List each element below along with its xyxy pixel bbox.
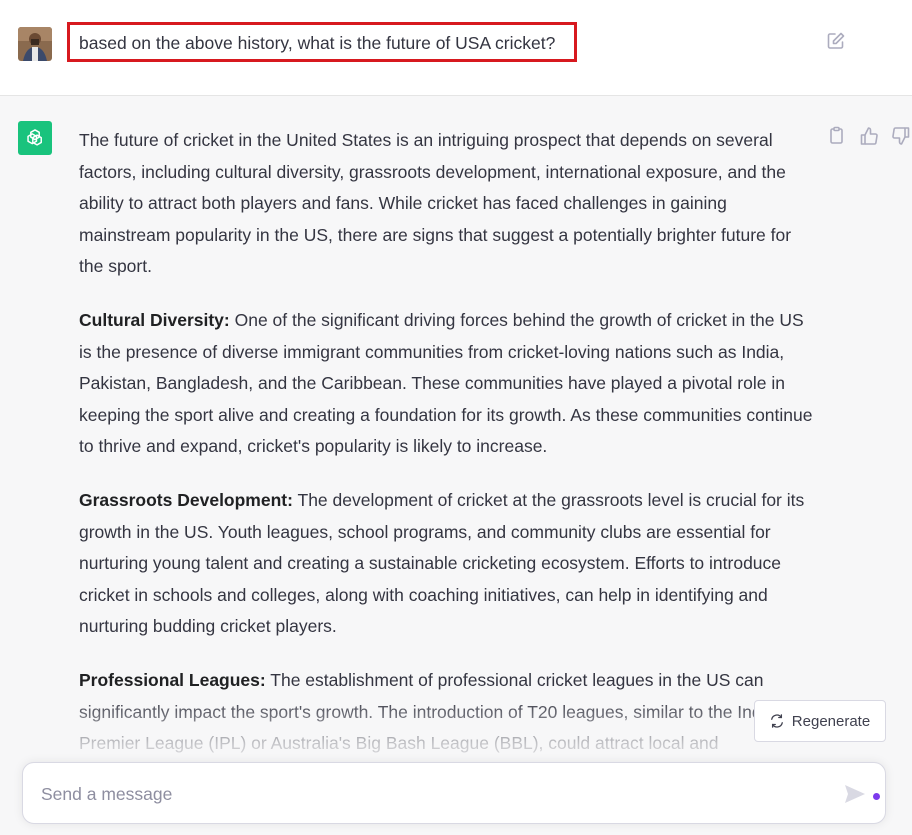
- refresh-icon: [770, 714, 784, 728]
- edit-icon[interactable]: [826, 31, 846, 51]
- user-message-row: based on the above history, what is the …: [0, 0, 912, 96]
- assistant-response: The future of cricket in the United Stat…: [79, 125, 819, 782]
- response-paragraph: The future of cricket in the United Stat…: [79, 125, 819, 283]
- chat-page: based on the above history, what is the …: [0, 0, 912, 835]
- response-paragraph: Professional Leagues: The establishment …: [79, 665, 819, 760]
- user-message-text: based on the above history, what is the …: [67, 22, 577, 62]
- openai-logo-icon: [18, 121, 52, 155]
- message-input[interactable]: [41, 781, 821, 807]
- regenerate-label: Regenerate: [791, 712, 871, 730]
- status-dot: [873, 793, 880, 800]
- thumbs-up-icon[interactable]: [858, 125, 880, 147]
- paragraph-heading: Grassroots Development:: [79, 489, 293, 510]
- paragraph-heading: Professional Leagues:: [79, 669, 266, 690]
- user-avatar: [18, 27, 52, 61]
- copy-icon[interactable]: [826, 125, 848, 147]
- paragraph-text: One of the significant driving forces be…: [79, 309, 813, 457]
- paragraph-heading: Cultural Diversity:: [79, 309, 230, 330]
- response-paragraph: Grassroots Development: The development …: [79, 485, 819, 643]
- paragraph-text: The development of cricket at the grassr…: [79, 489, 805, 637]
- message-actions: [826, 125, 912, 147]
- paragraph-text: The future of cricket in the United Stat…: [79, 130, 792, 277]
- message-composer: [22, 762, 886, 824]
- send-icon[interactable]: [844, 784, 866, 804]
- regenerate-button[interactable]: Regenerate: [754, 700, 886, 742]
- response-paragraph: Cultural Diversity: One of the significa…: [79, 305, 819, 463]
- thumbs-down-icon[interactable]: [890, 125, 912, 147]
